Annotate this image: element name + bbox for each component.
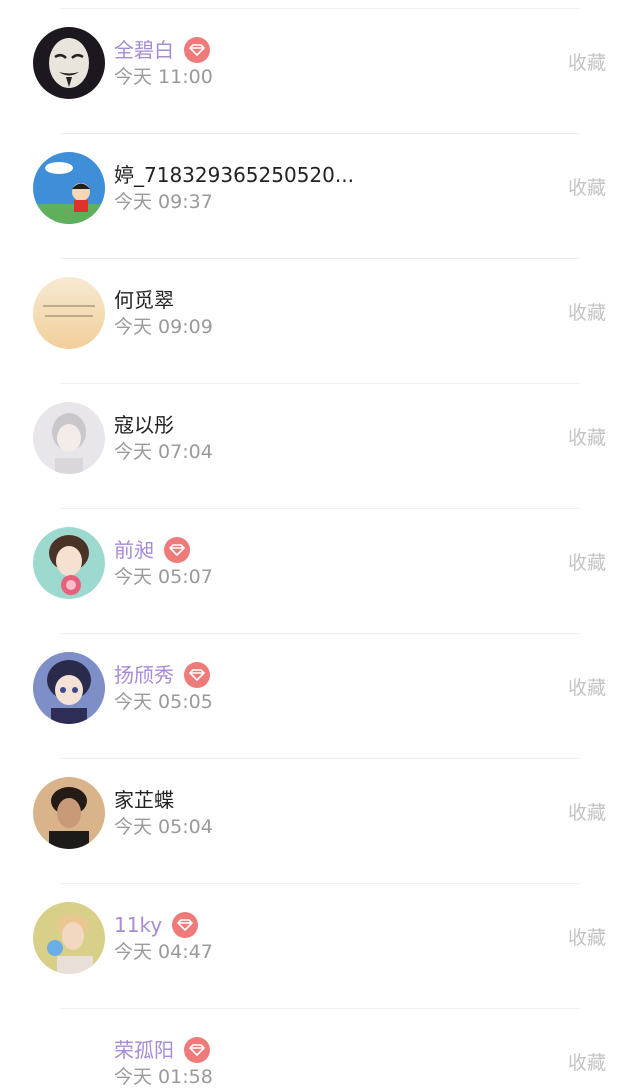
visit-time: 今天 01:58: [114, 1066, 213, 1088]
visit-time: 今天 05:07: [114, 566, 213, 588]
divider: [60, 508, 580, 509]
lollipop-girl-avatar[interactable]: [33, 527, 105, 599]
anime-boy-avatar[interactable]: [33, 652, 105, 724]
favorite-button[interactable]: 收藏: [568, 298, 606, 328]
favorite-button[interactable]: 收藏: [568, 673, 606, 703]
list-item[interactable]: 寇以彤 今天 07:04 收藏: [0, 363, 640, 488]
visit-time: 今天 05:04: [114, 816, 213, 838]
name-line: 寇以彤: [114, 411, 174, 439]
divider: [60, 8, 580, 9]
user-name[interactable]: 全碧白: [114, 36, 174, 64]
user-name[interactable]: 荣孤阳: [114, 1036, 174, 1064]
user-name[interactable]: 前昶: [114, 536, 154, 564]
cartoon-sky-avatar[interactable]: [33, 152, 105, 224]
anime-girl-avatar[interactable]: [33, 402, 105, 474]
vip-diamond-icon: [184, 37, 210, 63]
list-item[interactable]: 前昶 今天 05:07 收藏: [0, 488, 640, 613]
favorite-button[interactable]: 收藏: [568, 798, 606, 828]
visit-time: 今天 07:04: [114, 441, 213, 463]
divider: [60, 258, 580, 259]
text-pastel-avatar[interactable]: [33, 277, 105, 349]
list-item[interactable]: 扬颀秀 今天 05:05 收藏: [0, 613, 640, 738]
favorite-button[interactable]: 收藏: [568, 548, 606, 578]
follower-list: 全碧白 今天 11:00 收藏 婷_718329365250520... 今天 …: [0, 0, 640, 1089]
masked-face-avatar[interactable]: [33, 27, 105, 99]
user-name[interactable]: 何觅翠: [114, 286, 174, 314]
vip-diamond-icon: [184, 1037, 210, 1063]
list-item[interactable]: 何觅翠 今天 09:09 收藏: [0, 238, 640, 363]
name-line: 家芷蝶: [114, 786, 174, 814]
photo-person-avatar[interactable]: [33, 777, 105, 849]
user-name[interactable]: 寇以彤: [114, 411, 174, 439]
visit-time: 今天 04:47: [114, 941, 213, 963]
user-name[interactable]: 婷_718329365250520...: [114, 161, 354, 189]
visit-time: 今天 11:00: [114, 66, 213, 88]
name-line: 荣孤阳: [114, 1036, 210, 1064]
vip-diamond-icon: [172, 912, 199, 938]
user-name[interactable]: 11ky: [114, 911, 162, 939]
favorite-button[interactable]: 收藏: [568, 923, 606, 953]
vip-diamond-icon: [164, 537, 190, 563]
list-item[interactable]: 荣孤阳 今天 01:58 收藏: [0, 988, 640, 1089]
name-line: 11ky: [114, 911, 199, 939]
visit-time: 今天 09:37: [114, 191, 213, 213]
name-line: 婷_718329365250520...: [114, 161, 354, 189]
blank-avatar[interactable]: [33, 1027, 105, 1089]
name-line: 全碧白: [114, 36, 210, 64]
list-item[interactable]: 家芷蝶 今天 05:04 收藏: [0, 738, 640, 863]
photo-flower-avatar[interactable]: [33, 902, 105, 974]
favorite-button[interactable]: 收藏: [568, 48, 606, 78]
name-line: 何觅翠: [114, 286, 174, 314]
list-item[interactable]: 11ky 今天 04:47 收藏: [0, 863, 640, 988]
user-name[interactable]: 扬颀秀: [114, 661, 174, 689]
favorite-button[interactable]: 收藏: [568, 423, 606, 453]
divider: [60, 883, 580, 884]
divider: [60, 1008, 580, 1009]
visit-time: 今天 05:05: [114, 691, 213, 713]
favorite-button[interactable]: 收藏: [568, 173, 606, 203]
user-name[interactable]: 家芷蝶: [114, 786, 174, 814]
divider: [60, 758, 580, 759]
name-line: 扬颀秀: [114, 661, 210, 689]
list-item[interactable]: 全碧白 今天 11:00 收藏: [0, 0, 640, 113]
divider: [60, 133, 580, 134]
name-line: 前昶: [114, 536, 190, 564]
favorite-button[interactable]: 收藏: [568, 1048, 606, 1078]
divider: [60, 383, 580, 384]
vip-diamond-icon: [184, 662, 210, 688]
list-item[interactable]: 婷_718329365250520... 今天 09:37 收藏: [0, 113, 640, 238]
visit-time: 今天 09:09: [114, 316, 213, 338]
divider: [60, 633, 580, 634]
